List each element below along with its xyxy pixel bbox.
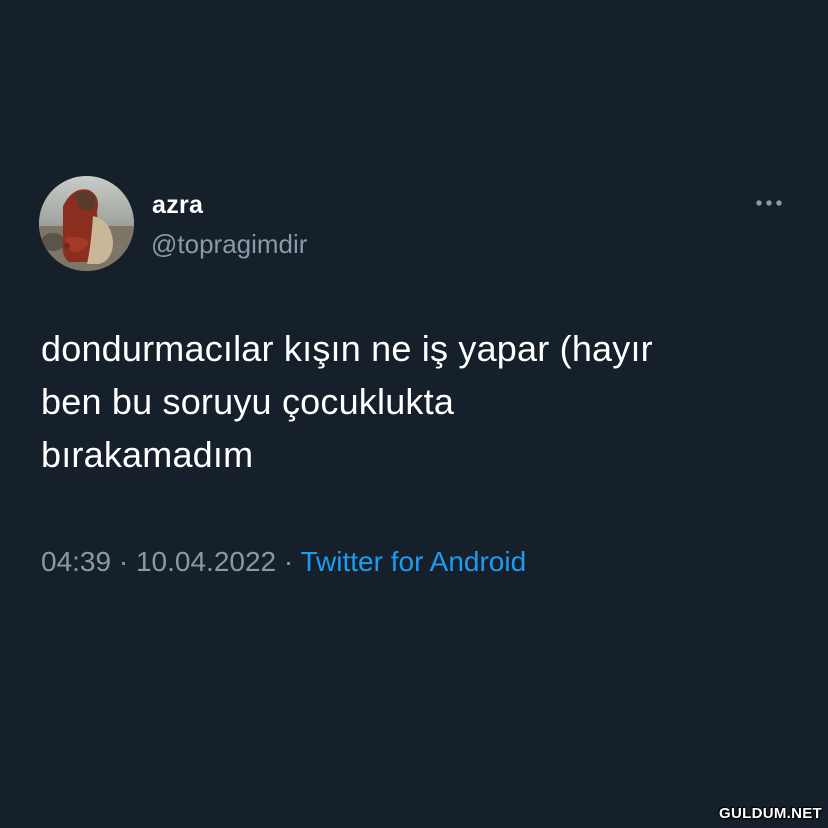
- tweet-source-link[interactable]: Twitter for Android: [301, 546, 527, 577]
- tweet-text: dondurmacılar kışın ne iş yapar (hayır b…: [41, 328, 653, 475]
- avatar-photo: [39, 176, 134, 271]
- display-name[interactable]: azra: [152, 190, 203, 220]
- tweet-time[interactable]: 04:39: [41, 546, 111, 577]
- meta-separator: ·: [283, 546, 294, 577]
- avatar[interactable]: [39, 176, 134, 271]
- tweet-metadata: 04:39 · 10.04.2022 · Twitter for Android: [41, 544, 526, 580]
- tweet-card: azra @topragimdir dondurmacılar kışın ne…: [0, 0, 828, 828]
- meta-separator: ·: [118, 546, 129, 577]
- tweet-date[interactable]: 10.04.2022: [136, 546, 276, 577]
- user-handle[interactable]: @topragimdir: [151, 228, 307, 260]
- more-horizontal-icon[interactable]: [752, 196, 786, 210]
- site-watermark: GULDUM.NET: [719, 805, 822, 822]
